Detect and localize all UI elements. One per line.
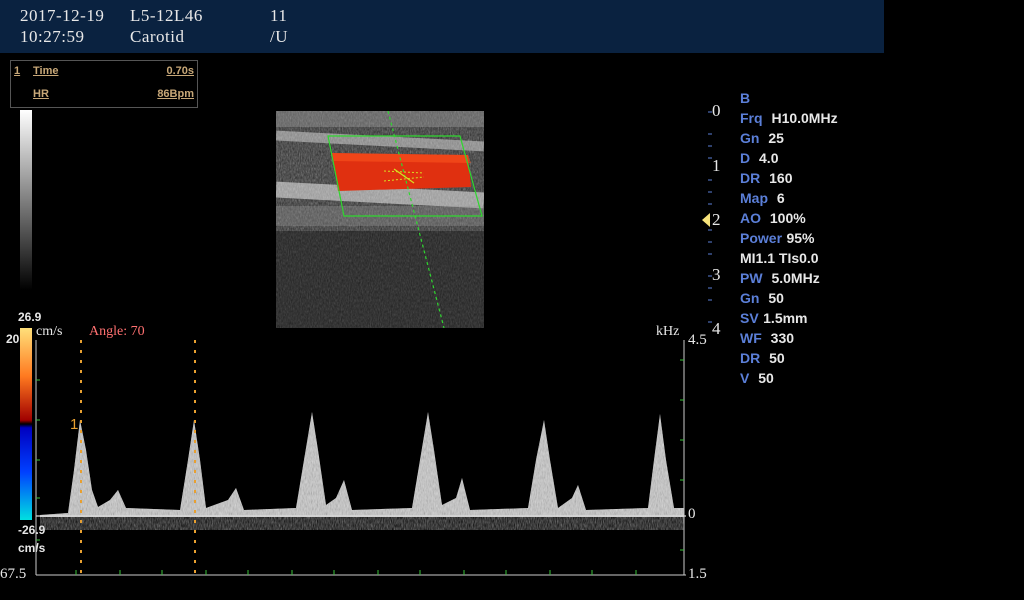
param-label: DR bbox=[740, 170, 761, 186]
param-row: AO 100% bbox=[740, 210, 890, 230]
param-label: Power bbox=[740, 230, 783, 246]
hr-value: 86Bpm bbox=[157, 88, 194, 100]
param-label: AO bbox=[740, 210, 761, 226]
spectral-right-top: 4.5 bbox=[688, 332, 707, 348]
param-value: 50 bbox=[769, 350, 785, 366]
focus-marker-icon bbox=[702, 213, 710, 227]
exam-date: 2017-12-19 bbox=[20, 6, 105, 25]
param-row: DR 160 bbox=[740, 170, 890, 190]
param-row: PW 5.0MHz bbox=[740, 270, 890, 290]
param-row: WF 330 bbox=[740, 330, 890, 350]
param-label: D bbox=[740, 150, 751, 166]
param-row: MI1.1 TIs0.0 bbox=[740, 250, 890, 270]
param-row: Map 6 bbox=[740, 190, 890, 210]
param-row: SV 1.5mm bbox=[740, 310, 890, 330]
depth-1: 1 bbox=[712, 156, 721, 175]
param-value: H10.0MHz bbox=[771, 110, 838, 126]
spectral-right-zero: 0 bbox=[688, 506, 696, 522]
depth-0: 0 bbox=[712, 101, 721, 120]
measurement-box: 1 Time 0.70s HR 86Bpm bbox=[10, 60, 198, 108]
param-value: MI1.1 TIs0.0 bbox=[740, 250, 819, 266]
parameter-panel: B Frq H10.0MHz Gn 25 D 4.0 DR 160 Map 6 … bbox=[740, 90, 890, 390]
spectral-left-top: 20 bbox=[6, 332, 20, 346]
angle-readout: Angle: 70 bbox=[89, 324, 145, 339]
param-value: 6 bbox=[776, 190, 785, 206]
param-row: Gn 50 bbox=[740, 290, 890, 310]
param-value: 100% bbox=[769, 210, 806, 226]
param-label: B bbox=[740, 90, 751, 106]
param-value: 50 bbox=[758, 370, 774, 386]
spectral-doppler-area[interactable]: 20 cm/s Angle: 70 kHz 4.5 0 1.5 67.5 1 bbox=[0, 320, 720, 600]
param-row: Power 95% bbox=[740, 230, 890, 250]
param-value: 330 bbox=[770, 330, 795, 346]
exam-time: 10:27:59 bbox=[20, 27, 85, 46]
param-row: D 4.0 bbox=[740, 150, 890, 170]
param-label: Map bbox=[740, 190, 768, 206]
param-row: V 50 bbox=[740, 370, 890, 390]
spectral-waveform bbox=[35, 340, 686, 576]
time-value: 0.70s bbox=[166, 65, 194, 77]
caliper-marker-label: 1 bbox=[70, 416, 79, 433]
param-row: B bbox=[740, 90, 890, 110]
preset-name: Carotid bbox=[130, 27, 185, 46]
param-label: DR bbox=[740, 350, 761, 366]
header-unit: /U bbox=[270, 27, 288, 46]
hr-label: HR bbox=[33, 88, 49, 100]
param-value: 95% bbox=[786, 230, 815, 246]
param-value: 160 bbox=[769, 170, 793, 186]
depth-2: 2 bbox=[712, 210, 721, 229]
param-label: Frq bbox=[740, 110, 763, 126]
param-value: 1.5mm bbox=[763, 310, 808, 326]
probe-name: L5-12L46 bbox=[130, 6, 203, 25]
param-label: Gn bbox=[740, 130, 760, 146]
bmode-image[interactable] bbox=[276, 111, 484, 328]
bmode-svg bbox=[276, 111, 484, 328]
header-number: 11 bbox=[270, 6, 288, 25]
depth-scale: 0 1 2 3 4 bbox=[700, 100, 730, 340]
param-value: 50 bbox=[768, 290, 784, 306]
spectral-left-bottom: 67.5 bbox=[0, 566, 27, 582]
param-row: Frq H10.0MHz bbox=[740, 110, 890, 130]
param-row: Gn 25 bbox=[740, 130, 890, 150]
param-label: V bbox=[740, 370, 750, 386]
header-bar: 2017-12-19 L5-12L46 11 10:27:59 Carotid … bbox=[0, 0, 884, 53]
param-value: 25 bbox=[768, 130, 784, 146]
measurement-index: 1 bbox=[14, 65, 21, 77]
param-label: PW bbox=[740, 270, 763, 286]
param-label: WF bbox=[740, 330, 762, 346]
time-label: Time bbox=[33, 65, 59, 77]
spectral-right-bottom: 1.5 bbox=[688, 566, 707, 582]
depth-3: 3 bbox=[712, 265, 721, 284]
param-value: 4.0 bbox=[759, 150, 779, 166]
param-label: Gn bbox=[740, 290, 760, 306]
param-row: DR 50 bbox=[740, 350, 890, 370]
spectral-left-unit: cm/s bbox=[36, 324, 63, 339]
param-value: 5.0MHz bbox=[771, 270, 820, 286]
param-label: SV bbox=[740, 310, 759, 326]
grayscale-bar bbox=[20, 110, 32, 290]
spectral-right-unit: kHz bbox=[656, 324, 680, 339]
